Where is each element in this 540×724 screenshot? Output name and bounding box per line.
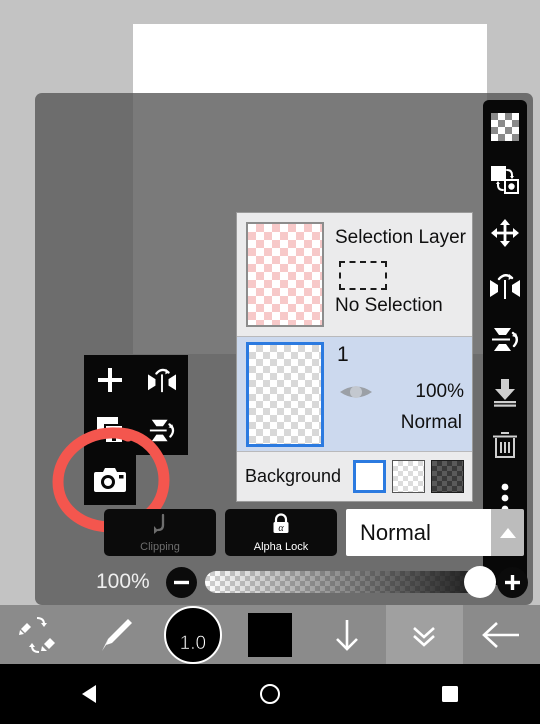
color-swatch-icon[interactable] <box>247 612 292 657</box>
clipping-arrow-icon <box>149 513 171 540</box>
alpha-lock-label: Alpha Lock <box>253 540 309 553</box>
blend-mode-value: Normal <box>346 509 491 556</box>
light-checker-swatch[interactable] <box>392 459 425 493</box>
transparent-checker-thumbnail[interactable] <box>246 341 324 447</box>
clipping-button[interactable]: Clipping <box>104 509 216 556</box>
opacity-slider-knob[interactable] <box>464 566 496 598</box>
opacity-slider[interactable] <box>205 566 496 598</box>
opacity-value-label: 100% <box>96 570 150 593</box>
alpha-lock-icon: α <box>270 512 292 540</box>
selection-status: No Selection <box>335 295 443 316</box>
caret-up-icon[interactable] <box>491 509 524 556</box>
app-root: Selection Layer No Selection 1 100% Norm… <box>0 0 540 724</box>
blend-mode-select[interactable]: Normal <box>346 509 524 556</box>
add-layer-icon[interactable] <box>84 355 136 405</box>
camera-icon[interactable] <box>84 455 136 505</box>
layer-name-label: 1 <box>337 343 349 366</box>
brush-size-value: 1.0 <box>179 632 207 654</box>
opacity-plus-button[interactable] <box>497 566 528 598</box>
background-swatches <box>353 459 472 493</box>
arrow-down-icon[interactable] <box>309 605 386 664</box>
double-chevron-down-icon[interactable] <box>385 605 463 664</box>
bottom-toolbar: 1.0 <box>0 605 540 664</box>
move-layer-icon[interactable] <box>483 206 527 259</box>
flip-horizontal-icon[interactable] <box>483 259 527 312</box>
color-swatch-button[interactable] <box>231 605 308 664</box>
brush-size-icon[interactable]: 1.0 <box>163 605 222 664</box>
selection-marquee-icon <box>339 261 387 290</box>
eye-icon[interactable] <box>339 381 373 408</box>
flip-vertical-icon[interactable] <box>483 312 527 365</box>
flip-horizontal-icon[interactable] <box>136 355 188 405</box>
brush-icon[interactable] <box>77 605 154 664</box>
layer-list: Selection Layer No Selection 1 100% Norm… <box>236 212 473 502</box>
layer-meta: 1 100% Normal <box>333 337 472 451</box>
layer-row-background[interactable]: Background <box>237 452 472 500</box>
brush-size-button[interactable]: 1.0 <box>154 605 231 664</box>
swap-layers-icon[interactable] <box>483 153 527 206</box>
clipping-label: Clipping <box>140 540 180 553</box>
alpha-lock-button[interactable]: α Alpha Lock <box>225 509 337 556</box>
selection-thumbnail-wrap <box>237 213 333 336</box>
dark-checker-swatch[interactable] <box>431 459 464 493</box>
opacity-minus-button[interactable] <box>166 566 197 598</box>
opacity-slider-row: 100% <box>96 563 528 601</box>
layer-thumbnail-wrap <box>237 337 333 451</box>
pink-checker-thumbnail[interactable] <box>246 222 324 327</box>
layer-row-selection[interactable]: Selection Layer No Selection <box>237 213 472 337</box>
background-label: Background <box>245 465 342 486</box>
android-home-icon[interactable] <box>180 681 360 707</box>
brush-eraser-swap-icon[interactable] <box>0 605 77 664</box>
android-recents-icon[interactable] <box>360 683 540 705</box>
android-nav-bar <box>0 664 540 724</box>
layer-blend-label: Normal <box>400 412 462 433</box>
selection-meta: Selection Layer No Selection <box>333 213 472 336</box>
layer-opacity-label: 100% <box>415 381 464 402</box>
back-arrow-icon[interactable] <box>463 605 540 664</box>
selection-layer-title: Selection Layer <box>335 227 466 248</box>
merge-down-icon[interactable] <box>483 365 527 418</box>
flip-vertical-icon[interactable] <box>136 405 188 455</box>
layer-row-1[interactable]: 1 100% Normal <box>237 337 472 452</box>
layer-actions-grid <box>84 355 188 455</box>
android-back-icon[interactable] <box>0 681 180 707</box>
svg-text:α: α <box>278 523 284 534</box>
duplicate-layer-icon[interactable] <box>84 405 136 455</box>
delete-layer-icon[interactable] <box>483 418 527 471</box>
layer-options-row: Clipping α Alpha Lock Normal <box>104 509 524 556</box>
white-swatch[interactable] <box>353 459 386 493</box>
transparency-checker-icon[interactable] <box>483 100 527 153</box>
